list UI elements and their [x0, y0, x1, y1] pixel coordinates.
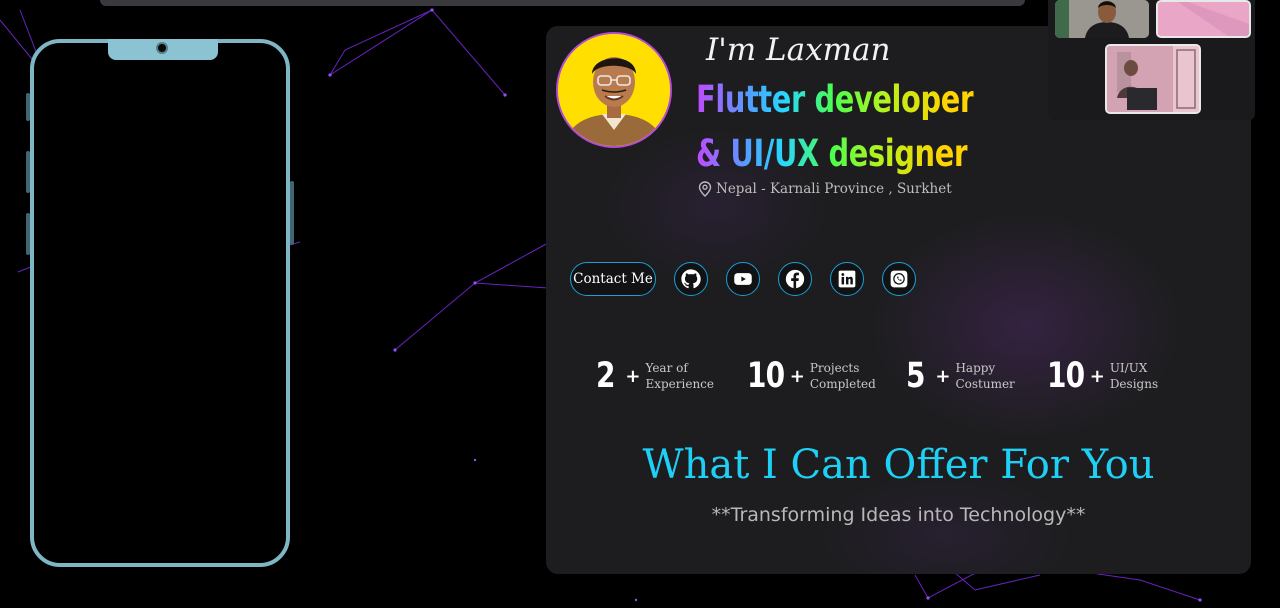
stat-label-line: Completed: [809, 377, 876, 391]
stat-label-line: UI/UX: [1109, 361, 1148, 375]
phone-side-button: [26, 213, 30, 255]
youtube-icon: [734, 273, 752, 285]
video-call-overlay[interactable]: [1048, 0, 1255, 120]
contact-me-button[interactable]: Contact Me: [570, 262, 656, 296]
phone-side-button: [26, 93, 30, 121]
linkedin-button[interactable]: [830, 262, 864, 296]
youtube-button[interactable]: [726, 262, 760, 296]
stat-customers: 5 + Happy Costumer: [906, 356, 1015, 396]
phone-side-button: [290, 181, 294, 245]
stat-label-line: Happy: [955, 361, 996, 375]
stat-number: 10: [1047, 356, 1085, 396]
stat-designs: 10 + UI/UX Designs: [1047, 356, 1158, 396]
stat-projects: 10 + Projects Completed: [747, 356, 876, 396]
phone-notch: [108, 39, 218, 60]
participant-video: [1055, 0, 1149, 38]
camera-icon: [156, 42, 168, 54]
role-title: Flutter developer: [696, 78, 974, 121]
location-text: Nepal - Karnali Province , Surkhet: [716, 181, 952, 197]
self-video: [1107, 46, 1199, 112]
avatar-portrait: [558, 34, 670, 146]
stat-label: Happy Costumer: [955, 360, 1014, 392]
linkedin-icon: [838, 270, 856, 288]
stat-label-line: Year of: [645, 361, 688, 375]
stat-number: 10: [747, 356, 785, 396]
stat-plus: +: [1089, 365, 1105, 387]
stat-label-line: Projects: [809, 361, 860, 375]
stat-plus: +: [625, 365, 641, 387]
phone-mockup: [26, 39, 294, 567]
stat-number: 5: [906, 356, 926, 396]
facebook-button[interactable]: [778, 262, 812, 296]
video-tile-screen[interactable]: [1156, 0, 1251, 38]
stat-plus: +: [935, 365, 951, 387]
role-subtitle: & UI/UX designer: [696, 132, 968, 175]
whatsapp-button[interactable]: [882, 262, 916, 296]
github-button[interactable]: [674, 262, 708, 296]
avatar: [556, 32, 672, 148]
stat-label: UI/UX Designs: [1110, 360, 1158, 392]
video-tile-self[interactable]: [1105, 44, 1201, 114]
stat-label: Projects Completed: [810, 360, 876, 392]
participant-video: [1158, 2, 1249, 36]
stat-experience: 2 + Year of Experience: [596, 356, 714, 396]
phone-side-button: [26, 151, 30, 193]
map-pin-icon: [698, 181, 712, 197]
video-tile-participant[interactable]: [1055, 0, 1149, 38]
offer-tagline: **Transforming Ideas into Technology**: [711, 504, 1086, 526]
stat-number: 2: [596, 356, 616, 396]
location: Nepal - Karnali Province , Surkhet: [698, 181, 952, 197]
stat-label-line: Experience: [645, 377, 714, 391]
stat-label-line: Designs: [1109, 377, 1159, 391]
whatsapp-icon: [890, 270, 908, 288]
github-icon: [681, 269, 701, 289]
stat-plus: +: [789, 365, 805, 387]
offer-heading: What I Can Offer For You: [642, 442, 1155, 488]
stat-label: Year of Experience: [645, 360, 714, 392]
intro-name: I'm Laxman: [706, 32, 891, 68]
facebook-icon: [785, 269, 805, 289]
stat-label-line: Costumer: [955, 377, 1015, 391]
